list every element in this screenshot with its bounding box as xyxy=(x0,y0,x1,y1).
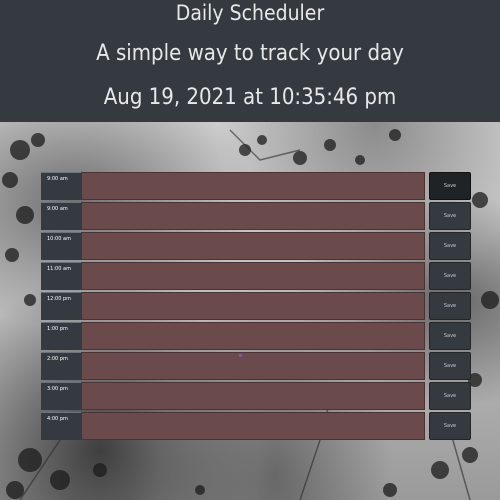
hour-label: 1:00 pm xyxy=(41,322,81,350)
time-block-row: 9:00 am Save xyxy=(41,172,471,200)
current-datetime: Aug 19, 2021 at 10:35:46 pm xyxy=(103,85,397,110)
time-block-row: 10:00 am Save xyxy=(41,232,471,260)
save-button[interactable]: Save xyxy=(429,172,471,200)
hour-label: 10:00 am xyxy=(41,232,81,260)
event-description-input[interactable] xyxy=(81,172,425,200)
save-button[interactable]: Save xyxy=(429,202,471,230)
save-button[interactable]: Save xyxy=(429,382,471,410)
schedule-container: 9:00 am Save 9:00 am Save 10:00 am Save … xyxy=(41,172,471,442)
save-button[interactable]: Save xyxy=(429,352,471,380)
mouse-cursor xyxy=(239,354,242,357)
hour-label: 9:00 am xyxy=(41,172,81,200)
page-title: Daily Scheduler xyxy=(175,1,325,25)
time-block-row: 9:00 am Save xyxy=(41,202,471,230)
hour-label: 11:00 am xyxy=(41,262,81,290)
save-button[interactable]: Save xyxy=(429,292,471,320)
event-description-input[interactable] xyxy=(81,352,425,380)
event-description-input[interactable] xyxy=(81,382,425,410)
event-description-input[interactable] xyxy=(81,202,425,230)
save-button[interactable]: Save xyxy=(429,412,471,440)
save-button[interactable]: Save xyxy=(429,322,471,350)
time-block-row: 11:00 am Save xyxy=(41,262,471,290)
time-block-row: 1:00 pm Save xyxy=(41,322,471,350)
time-block-row: 4:00 pm Save xyxy=(41,412,471,440)
event-description-input[interactable] xyxy=(81,322,425,350)
event-description-input[interactable] xyxy=(81,262,425,290)
event-description-input[interactable] xyxy=(81,412,425,440)
page-header: Daily Scheduler A simple way to track yo… xyxy=(0,0,500,122)
time-block-row: 3:00 pm Save xyxy=(41,382,471,410)
hour-label: 4:00 pm xyxy=(41,412,81,440)
event-description-input[interactable] xyxy=(81,292,425,320)
save-button[interactable]: Save xyxy=(429,262,471,290)
event-description-input[interactable] xyxy=(81,232,425,260)
hour-label: 9:00 am xyxy=(41,202,81,230)
save-button[interactable]: Save xyxy=(429,232,471,260)
page-subtitle: A simple way to track your day xyxy=(96,41,404,66)
hour-label: 12:00 pm xyxy=(41,292,81,320)
hour-label: 3:00 pm xyxy=(41,382,81,410)
time-block-row: 2:00 pm Save xyxy=(41,352,471,380)
time-block-row: 12:00 pm Save xyxy=(41,292,471,320)
hour-label: 2:00 pm xyxy=(41,352,81,380)
